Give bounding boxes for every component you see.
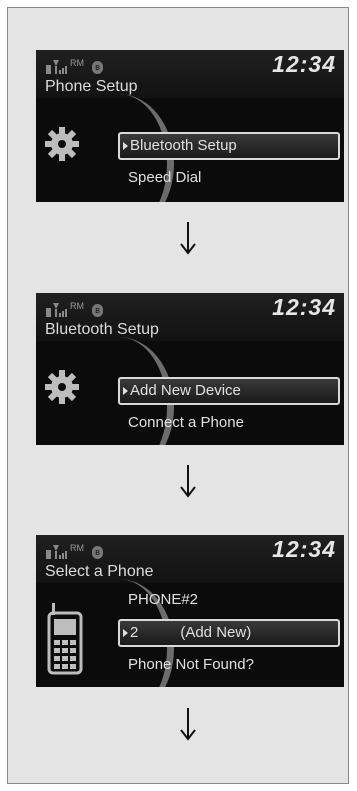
menu-item-bluetooth-setup[interactable]: Bluetooth Setup xyxy=(118,132,340,160)
slot-number: 2 xyxy=(130,624,139,641)
screen-title: Select a Phone xyxy=(45,563,154,580)
instruction-panel: RM ʙ 12:34 Phone Setup Bluetooth Setup S… xyxy=(7,7,349,784)
menu-item-phone-2[interactable]: PHONE#2 xyxy=(128,591,198,608)
cellphone-icon xyxy=(47,603,83,675)
bluetooth-icon: ʙ xyxy=(92,61,103,74)
signal-icon xyxy=(46,545,67,559)
menu-item-connect-a-phone[interactable]: Connect a Phone xyxy=(128,414,244,431)
roaming-indicator: RM xyxy=(70,301,84,311)
status-icons: RM ʙ xyxy=(46,539,103,559)
menu-item-add-new[interactable]: 2 (Add New) xyxy=(118,619,340,647)
roaming-indicator: RM xyxy=(70,58,84,68)
screen-title: Bluetooth Setup xyxy=(45,321,159,338)
down-arrow-icon xyxy=(180,465,196,498)
status-icons: RM ʙ xyxy=(46,54,103,74)
add-new-label: (Add New) xyxy=(180,624,252,641)
menu-item-add-new-device[interactable]: Add New Device xyxy=(118,377,340,405)
signal-icon xyxy=(46,60,67,74)
status-icons: RM ʙ xyxy=(46,297,103,317)
bluetooth-icon: ʙ xyxy=(92,546,103,559)
clock: 12:34 xyxy=(272,51,336,77)
down-arrow-icon xyxy=(180,708,196,741)
menu-item-phone-not-found[interactable]: Phone Not Found? xyxy=(128,656,254,673)
gear-icon xyxy=(45,370,79,404)
gear-icon xyxy=(45,127,79,161)
bluetooth-icon: ʙ xyxy=(92,304,103,317)
menu-item-speed-dial[interactable]: Speed Dial xyxy=(128,169,201,186)
roaming-indicator: RM xyxy=(70,543,84,553)
signal-icon xyxy=(46,303,67,317)
down-arrow-icon xyxy=(180,222,196,255)
screen-bluetooth-setup: RM ʙ 12:34 Bluetooth Setup Add New Devic… xyxy=(36,293,344,445)
clock: 12:34 xyxy=(272,294,336,320)
clock: 12:34 xyxy=(272,536,336,562)
screen-select-a-phone: RM ʙ 12:34 Select a Phone PHONE#2 2 (Add … xyxy=(36,535,344,687)
screen-phone-setup: RM ʙ 12:34 Phone Setup Bluetooth Setup S… xyxy=(36,50,344,202)
